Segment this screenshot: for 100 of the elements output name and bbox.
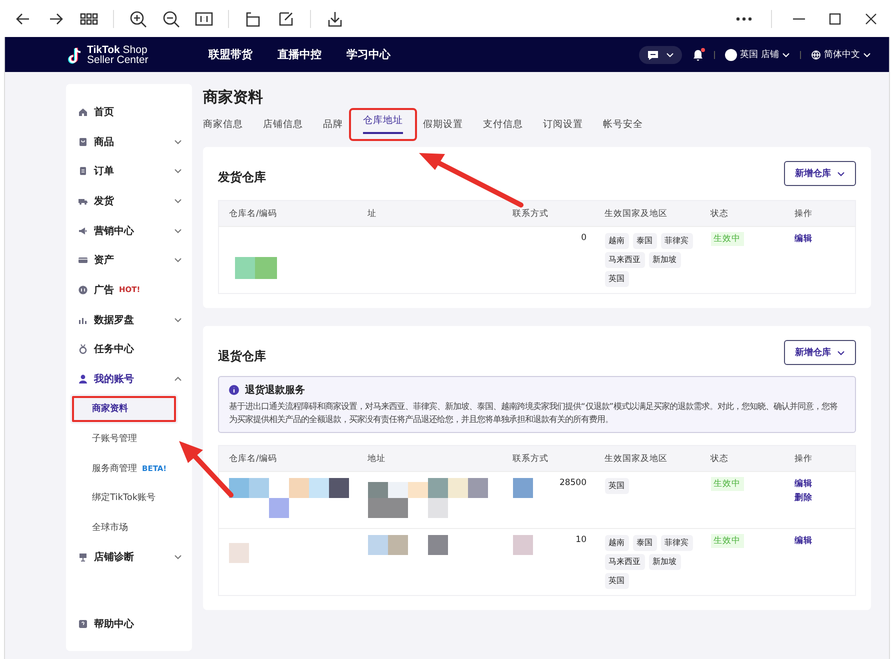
chat-icon [647, 48, 660, 60]
column-header: 操作 [784, 200, 856, 226]
chat-button[interactable] [639, 46, 682, 64]
column-header: 生效国家及地区 [594, 200, 700, 226]
sidebar-item[interactable]: 营销中心 [66, 216, 192, 246]
chevron-down-icon [863, 50, 871, 58]
column-header: 操作 [784, 446, 856, 472]
region-tag: 马来西亚 [604, 554, 644, 570]
chevron-down-icon [782, 50, 790, 58]
column-header: 仓库名/编码 [218, 446, 358, 472]
document-icon [78, 166, 88, 176]
sidebar-subitem[interactable]: 子账号管理 [66, 424, 192, 454]
action-link[interactable]: 编辑 [794, 535, 855, 547]
column-header: 地址 [358, 446, 502, 472]
action-link[interactable]: 编辑 [794, 233, 855, 245]
region-tag: 新加坡 [648, 554, 680, 570]
notice-title: 退货退款服务 [245, 384, 305, 397]
sidebar-item[interactable]: 商品 [66, 126, 192, 156]
column-header: 联系方式 [502, 446, 594, 472]
page-title: 商家资料 [203, 88, 264, 107]
zoom-out-icon[interactable] [162, 10, 180, 28]
region-tag: 菲律宾 [660, 535, 692, 551]
actual-size-icon[interactable] [195, 10, 213, 28]
sidebar-item[interactable]: 帮助中心 [66, 609, 192, 639]
sidebar-subitem[interactable]: 商家资料 [70, 394, 178, 424]
help-icon [78, 619, 88, 630]
region-tag: 英国 [604, 573, 628, 589]
language-menu[interactable]: 简体中文 [811, 48, 871, 61]
region-tag: 泰国 [632, 233, 656, 249]
download-icon[interactable] [326, 10, 344, 28]
sidebar-subitem[interactable]: 绑定TikTok账号 [66, 482, 192, 513]
column-header: 生效国家及地区 [594, 446, 700, 472]
logo-title: TikTok Shop [87, 44, 148, 54]
chevron-down-icon [174, 167, 182, 176]
bell-icon[interactable] [692, 48, 704, 60]
sidebar-item-label: 广告 [94, 283, 114, 297]
add-warehouse-button[interactable]: 新增仓库 [784, 340, 856, 365]
info-icon [229, 385, 239, 395]
chevron-down-icon [174, 316, 182, 324]
nav-link[interactable]: 学习中心 [346, 47, 390, 62]
column-header: 仓库名/编码 [218, 200, 358, 226]
sidebar-item[interactable]: 任务中心 [66, 334, 192, 364]
contact-text: 10 [576, 535, 586, 547]
shop-menu[interactable]: 英国 店铺 [725, 48, 790, 61]
logo-subtitle: Seller Center [87, 54, 148, 64]
action-link[interactable]: 删除 [794, 492, 855, 504]
tab[interactable]: 品牌 [323, 116, 343, 139]
sidebar-subitem[interactable]: 全球市场 [66, 512, 192, 542]
sidebar-item[interactable]: 店铺诊断 [66, 542, 192, 572]
chevron-down-icon [174, 256, 182, 264]
globe-icon [811, 50, 821, 60]
region-tag: 越南 [604, 535, 628, 551]
tiktok-logo-icon [67, 46, 83, 64]
region-tag: 马来西亚 [604, 252, 644, 268]
sidebar-item[interactable]: 数据罗盘 [66, 304, 192, 334]
chevron-down-icon [666, 50, 674, 58]
language-label: 简体中文 [824, 48, 860, 61]
contact-text: 0 [581, 233, 586, 243]
section-title: 退货仓库 [218, 348, 266, 365]
tab[interactable]: 假期设置 [423, 116, 463, 139]
nav-link[interactable]: 联盟带货 [208, 47, 252, 62]
sidebar-item[interactable]: 发货 [66, 186, 192, 216]
mosaic-drawing [512, 535, 532, 555]
sidebar-item[interactable]: 资产 [66, 245, 192, 276]
tab[interactable]: 帐号安全 [603, 116, 643, 139]
region-tag: 越南 [604, 233, 628, 249]
notice-text: 基于进出口通关流程障碍和商家设置，对马来西亚、菲律宾、新加坡、泰国、越南跨境卖家我们提供“仅退款”模式以满足买家的退款需求。对此，您知晓、确认并同意，您将为买家提供相关产品的全额退款，买家没有责任将产品退还给您，并且您将单独承担和退款有关的所有费用。 [229, 400, 839, 426]
tab[interactable]: 支付信息 [483, 116, 523, 139]
status-badge: 生效中 [710, 534, 744, 548]
edit-icon[interactable] [277, 10, 295, 28]
add-warehouse-button[interactable]: 新增仓库 [784, 161, 856, 186]
tab[interactable]: 店铺信息 [263, 116, 303, 139]
chevron-down-icon [174, 196, 182, 205]
status-badge: 生效中 [710, 232, 744, 246]
zoom-in-icon[interactable] [129, 10, 147, 28]
status-badge: 生效中 [710, 477, 744, 491]
sidebar-subitem-label: 服务商管理 [92, 462, 137, 475]
shop-name: 英国 店铺 [740, 48, 779, 61]
chevron-up-icon [174, 375, 182, 384]
mosaic-drawing [229, 543, 249, 563]
medal-icon [78, 344, 88, 354]
sidebar-item[interactable]: 我的账号 [66, 364, 192, 394]
region-tag: 英国 [604, 478, 628, 494]
card-icon [78, 255, 88, 266]
ad-circle-icon [78, 284, 88, 295]
megaphone-icon [78, 226, 88, 236]
tab[interactable]: 仓库地址 [363, 113, 403, 134]
region-tag: 菲律宾 [660, 233, 692, 249]
tab[interactable]: 订阅设置 [543, 116, 583, 139]
chevron-down-icon [174, 138, 182, 146]
nav-link[interactable]: 直播中控 [277, 47, 322, 62]
region-tag: 泰国 [632, 535, 656, 551]
avatar [725, 48, 738, 60]
action-link[interactable]: 编辑 [794, 478, 855, 490]
sidebar-item[interactable]: 订单 [66, 156, 192, 186]
sidebar-item[interactable]: 首页 [66, 97, 192, 127]
person-icon [78, 374, 88, 384]
column-header: 址 [358, 200, 502, 226]
chevron-down-icon [837, 348, 845, 356]
tab[interactable]: 商家信息 [203, 116, 243, 139]
